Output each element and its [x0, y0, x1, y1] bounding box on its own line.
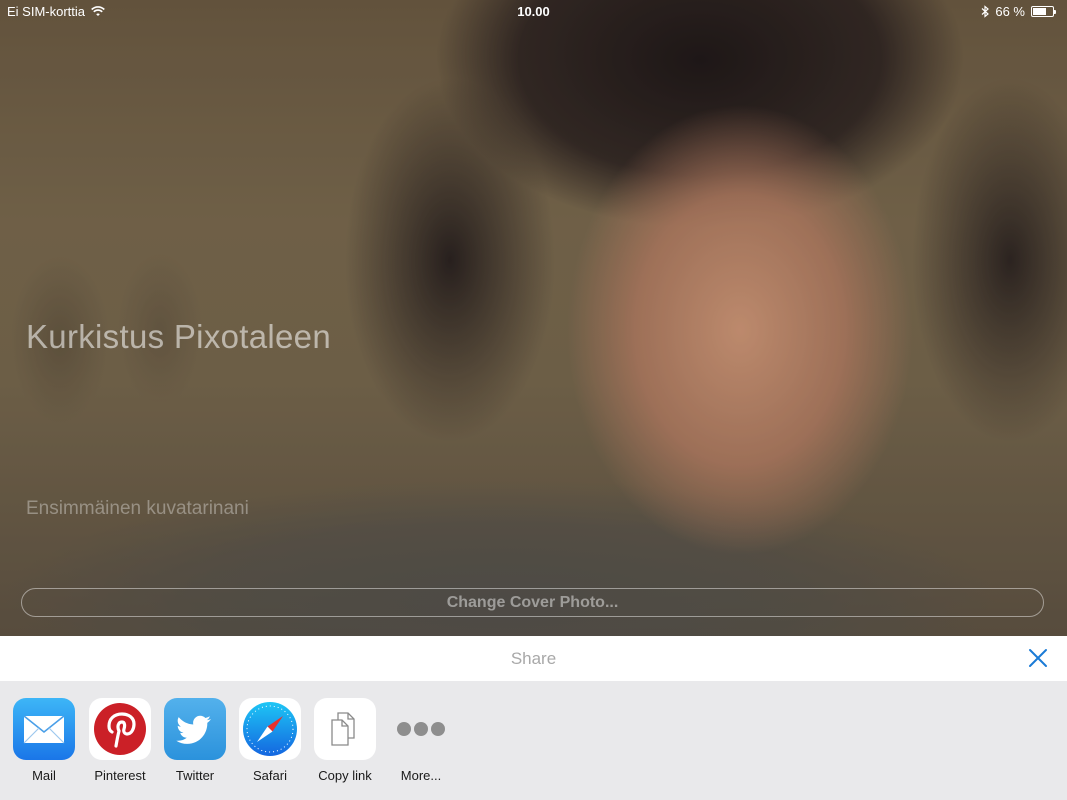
share-item-label: Safari — [253, 768, 287, 783]
share-item-label: More... — [400, 768, 442, 783]
mail-icon[interactable] — [13, 698, 75, 760]
bluetooth-icon — [981, 5, 990, 18]
battery-percentage: 66 % — [995, 4, 1025, 19]
twitter-icon[interactable] — [164, 698, 226, 760]
share-item-twitter[interactable]: Twitter — [157, 698, 233, 783]
share-header: Share — [0, 636, 1067, 681]
share-item-pinterest[interactable]: Pinterest — [82, 698, 158, 783]
battery-icon — [1031, 6, 1056, 17]
more-icon[interactable] — [390, 698, 452, 760]
share-title: Share — [510, 649, 557, 668]
share-sheet: Mail Pinterest Twitter Safari Copy link … — [0, 681, 1067, 800]
share-item-label: Copy link — [318, 768, 372, 783]
share-item-safari[interactable]: Safari — [232, 698, 308, 783]
story-title[interactable]: Kurkistus Pixotaleen — [26, 318, 331, 356]
copy-link-icon[interactable] — [314, 698, 376, 760]
share-item-mail[interactable]: Mail — [6, 698, 82, 783]
share-item-label: Twitter — [175, 768, 215, 783]
share-item-copy-link[interactable]: Copy link — [307, 698, 383, 783]
close-icon[interactable] — [1025, 645, 1051, 671]
share-item-label: Mail — [32, 768, 56, 783]
status-bar: Ei SIM-korttia 10.00 66 % — [0, 0, 1067, 22]
share-item-label: Pinterest — [94, 768, 146, 783]
status-right: 66 % — [981, 4, 1057, 19]
change-cover-photo-button[interactable]: Change Cover Photo... — [21, 588, 1044, 617]
status-time: 10.00 — [517, 4, 550, 19]
story-subtitle[interactable]: Ensimmäinen kuvatarinani — [26, 498, 249, 520]
safari-icon[interactable] — [239, 698, 301, 760]
share-item-more[interactable]: More... — [383, 698, 459, 783]
pinterest-icon[interactable] — [89, 698, 151, 760]
battery-fill — [1033, 8, 1046, 15]
